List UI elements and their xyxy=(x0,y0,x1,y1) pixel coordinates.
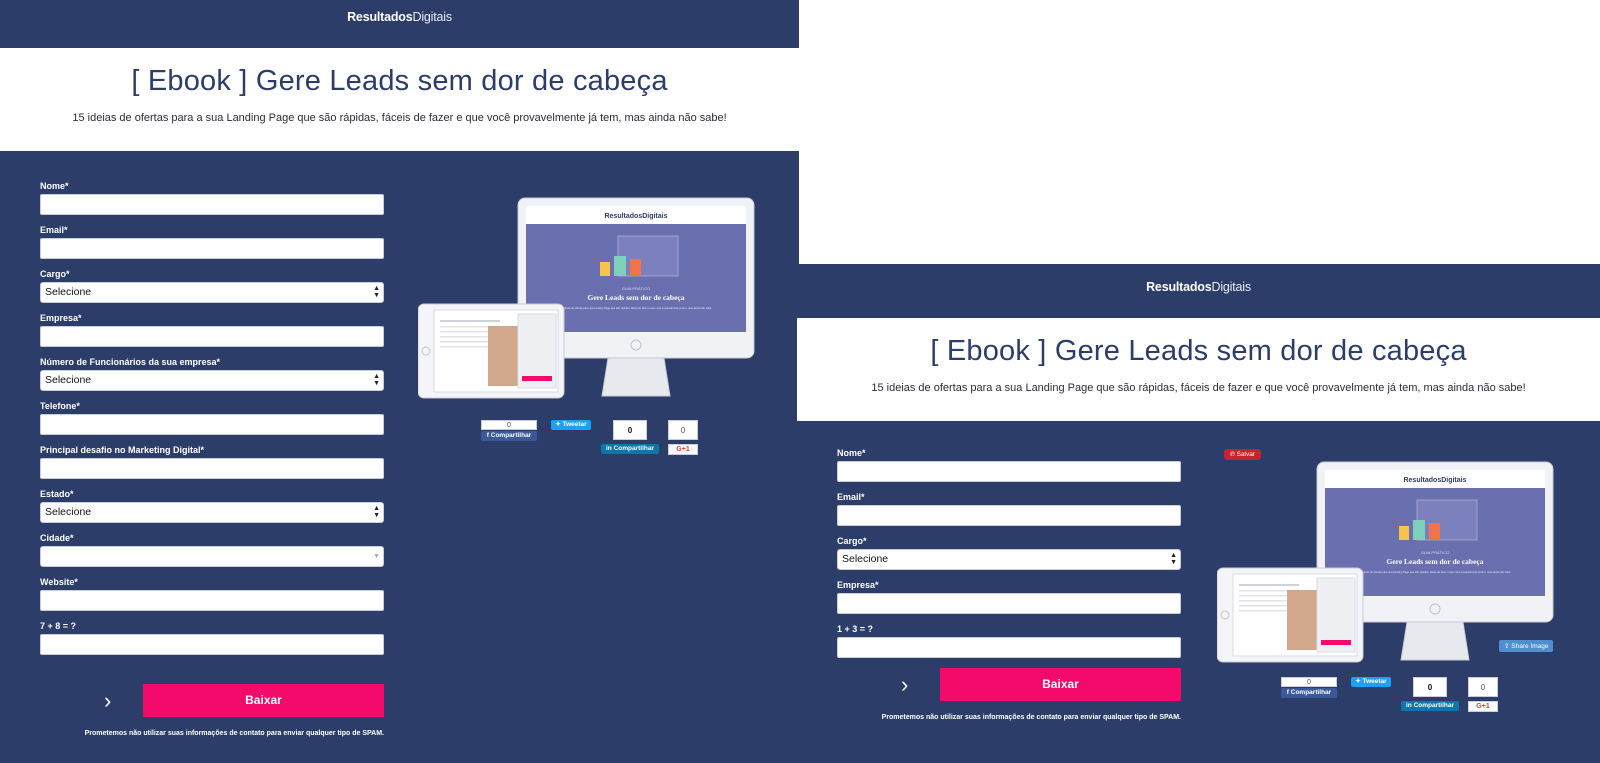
lead-form: Nome* Email* Cargo* Selecione ▲ ▼ Empresa* … xyxy=(837,447,1181,721)
telefone-input[interactable] xyxy=(40,414,384,435)
website-input[interactable] xyxy=(40,590,384,611)
facebook-count: 0 xyxy=(1281,677,1337,687)
page-title: [ Ebook ] Gere Leads sem dor de cabeça xyxy=(131,65,668,97)
submit-row: › Baixar xyxy=(837,668,1181,701)
website-label: Website* xyxy=(40,577,78,587)
mockup-kicker: GUIA PRÁTICO xyxy=(622,286,650,291)
hero-section: [ Ebook ] Gere Leads sem dor de cabeça 1… xyxy=(797,318,1600,421)
googleplus-button[interactable]: G+1 xyxy=(668,444,698,455)
captcha-label: 1 + 3 = ? xyxy=(837,624,874,634)
empresa-label: Empresa* xyxy=(40,313,82,323)
cargo-label: Cargo* xyxy=(837,536,867,546)
empresa-input[interactable] xyxy=(837,593,1181,614)
linkedin-share-button[interactable]: in Compartilhar xyxy=(601,444,659,454)
googleplus-button[interactable]: G+1 xyxy=(1468,701,1498,712)
spam-notice: Prometemos não utilizar suas informações… xyxy=(881,714,1181,721)
nome-input[interactable] xyxy=(40,194,384,215)
brand-logo[interactable]: ResultadosDigitais xyxy=(1146,280,1251,294)
twitter-tweet-button[interactable]: ✦ Tweetar xyxy=(1351,677,1391,687)
twitter-icon: ✦ xyxy=(555,421,563,428)
mockup-desc: 15 ideias de ofertas para sua Landing Pa… xyxy=(1359,570,1511,574)
nome-label: Nome* xyxy=(837,448,866,458)
page-subtitle: 15 ideias de ofertas para a sua Landing … xyxy=(871,382,1526,394)
funcionarios-select[interactable]: Selecione ▲ ▼ xyxy=(40,370,384,391)
linkedin-count: 0 xyxy=(613,420,647,440)
select-arrows-icon: ▲ ▼ xyxy=(373,373,380,387)
funcionarios-label: Número de Funcionários da sua empresa* xyxy=(40,357,221,367)
chevron-right-icon: › xyxy=(104,688,112,713)
cidade-label: Cidade* xyxy=(40,533,74,543)
telefone-label: Telefone* xyxy=(40,401,80,411)
captcha-label: 7 + 8 = ? xyxy=(40,621,77,631)
baixar-button[interactable]: Baixar xyxy=(143,684,384,717)
email-label: Email* xyxy=(40,225,68,235)
desafio-input[interactable] xyxy=(40,458,384,479)
mockup-desc: 15 ideias de ofertas para sua Landing Pa… xyxy=(560,306,712,310)
mockup-title: Gere Leads sem dor de cabeça xyxy=(1387,557,1484,566)
ebook-device-mockup: ResultadosDigitais GUIA PRÁTICO Gere Lea… xyxy=(1217,461,1554,663)
chevron-down-icon: ▼ xyxy=(373,553,380,560)
social-share-bar: 0 f Compartilhar ✦ Tweetar 0 in Comparti… xyxy=(1281,677,1501,717)
baixar-button[interactable]: Baixar xyxy=(940,668,1181,701)
social-share-bar: 0 f Compartilhar ✦ Tweetar 0 in Comparti… xyxy=(481,420,701,460)
hero-section: [ Ebook ] Gere Leads sem dor de cabeça 1… xyxy=(0,48,799,151)
empresa-label: Empresa* xyxy=(837,580,879,590)
facebook-share-button[interactable]: f Compartilhar xyxy=(1281,688,1337,698)
captcha-input[interactable] xyxy=(837,637,1181,658)
cidade-select[interactable]: ▼ xyxy=(40,546,384,567)
chevron-right-icon: › xyxy=(901,672,909,697)
cargo-label: Cargo* xyxy=(40,269,70,279)
email-input[interactable] xyxy=(837,505,1181,526)
page-subtitle: 15 ideias de ofertas para a sua Landing … xyxy=(72,112,727,124)
linkedin-icon: in xyxy=(605,445,614,452)
empresa-input[interactable] xyxy=(40,326,384,347)
linkedin-count: 0 xyxy=(1413,677,1447,697)
googleplus-count: 0 xyxy=(668,420,698,440)
estado-label: Estado* xyxy=(40,489,74,499)
email-label: Email* xyxy=(837,492,865,502)
submit-row: › Baixar xyxy=(40,684,384,717)
estado-select[interactable]: Selecione ▲ ▼ xyxy=(40,502,384,523)
desafio-label: Principal desafio no Marketing Digital* xyxy=(40,445,205,455)
nome-input[interactable] xyxy=(837,461,1181,482)
googleplus-count: 0 xyxy=(1468,677,1498,697)
select-arrows-icon: ▲ ▼ xyxy=(1170,552,1177,566)
pinterest-save-button[interactable]: ℗ Salvar xyxy=(1224,449,1262,460)
twitter-icon: ✦ xyxy=(1355,678,1363,685)
landing-page-short: ResultadosDigitais [ Ebook ] Gere Leads … xyxy=(797,264,1600,763)
nome-label: Nome* xyxy=(40,181,69,191)
mockup-title: Gere Leads sem dor de cabeça xyxy=(588,293,685,302)
linkedin-icon: in xyxy=(1405,702,1414,709)
ebook-device-mockup: ResultadosDigitais GUIA PRÁTICO Gere Lea… xyxy=(418,197,755,399)
share-image-button[interactable]: ⇪ Share Image xyxy=(1499,640,1554,652)
twitter-tweet-button[interactable]: ✦ Tweetar xyxy=(551,420,591,430)
mockup-kicker: GUIA PRÁTICO xyxy=(1421,550,1449,555)
page-title: [ Ebook ] Gere Leads sem dor de cabeça xyxy=(930,335,1467,367)
top-bar: ResultadosDigitais xyxy=(0,0,799,48)
linkedin-share-button[interactable]: in Compartilhar xyxy=(1401,701,1459,711)
spam-notice: Prometemos não utilizar suas informações… xyxy=(84,730,384,737)
pinterest-icon: ℗ xyxy=(1230,451,1237,458)
cargo-select[interactable]: Selecione ▲ ▼ xyxy=(40,282,384,303)
cargo-select[interactable]: Selecione ▲ ▼ xyxy=(837,549,1181,570)
top-bar: ResultadosDigitais xyxy=(797,264,1600,318)
mockup-brand: ResultadosDigitais xyxy=(604,213,667,220)
facebook-share-button[interactable]: f Compartilhar xyxy=(481,431,537,441)
brand-logo[interactable]: ResultadosDigitais xyxy=(347,10,452,24)
landing-page-long: ResultadosDigitais [ Ebook ] Gere Leads … xyxy=(0,0,799,763)
facebook-count: 0 xyxy=(481,420,537,430)
email-input[interactable] xyxy=(40,238,384,259)
select-arrows-icon: ▲ ▼ xyxy=(373,285,380,299)
captcha-input[interactable] xyxy=(40,634,384,655)
select-arrows-icon: ▲ ▼ xyxy=(373,505,380,519)
lead-form: Nome* Email* Cargo* Selecione ▲ ▼ Empresa* … xyxy=(40,180,384,737)
mockup-brand: ResultadosDigitais xyxy=(1403,477,1466,484)
